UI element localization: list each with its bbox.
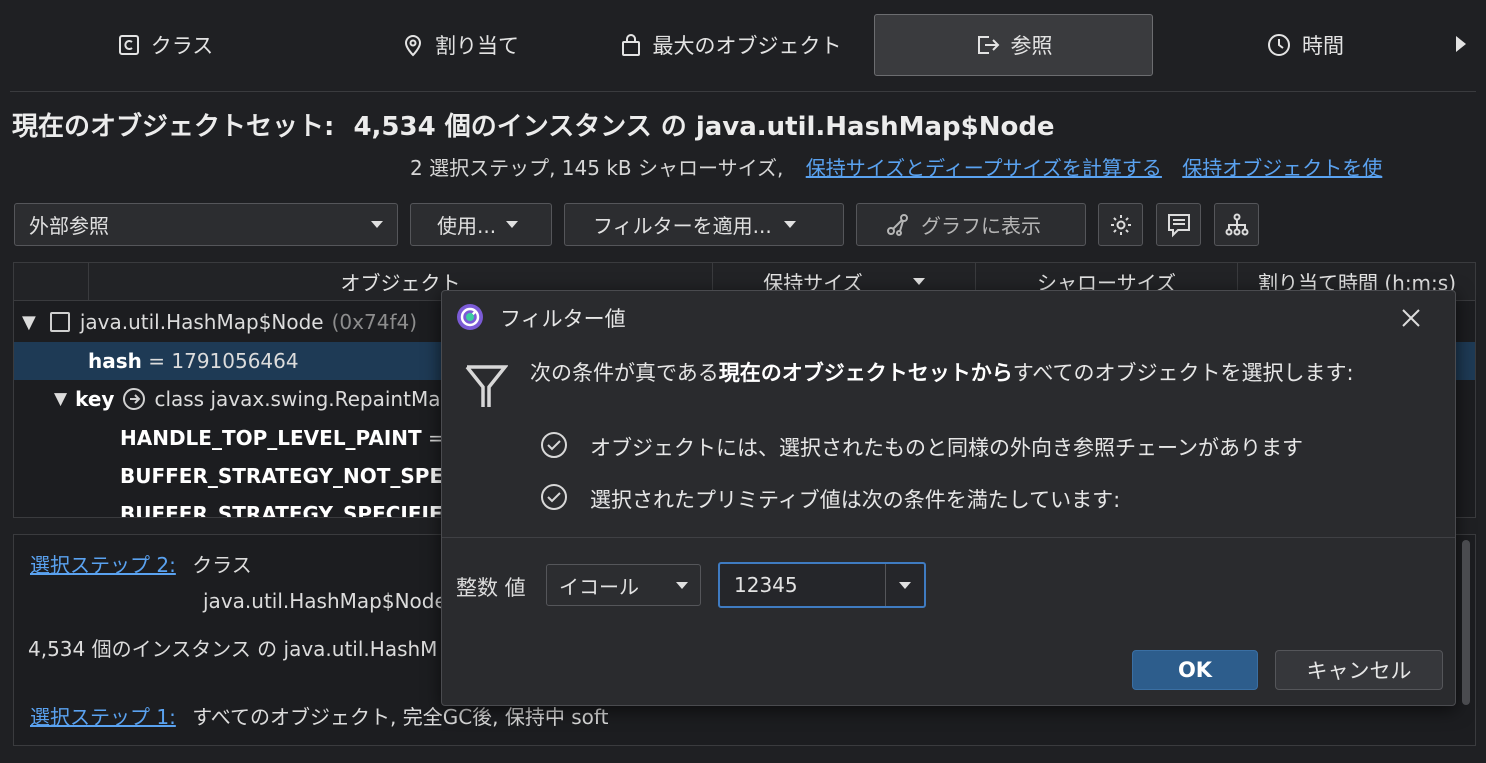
sort-desc-icon bbox=[912, 278, 925, 285]
operator-select[interactable]: イコール bbox=[546, 564, 701, 606]
view-select[interactable]: 外部参照 bbox=[14, 203, 398, 246]
value-dropdown-button[interactable] bbox=[885, 564, 924, 606]
gear-icon bbox=[1110, 214, 1131, 235]
field-name: hash bbox=[88, 349, 142, 373]
field-value: class javax.swing.RepaintMana bbox=[154, 387, 466, 411]
collapse-triangle-icon[interactable]: ▼ bbox=[22, 312, 36, 333]
tab-biggest-objects[interactable]: 最大のオブジェクト bbox=[600, 14, 860, 76]
tab-time[interactable]: 時間 bbox=[1230, 14, 1380, 76]
divider bbox=[10, 91, 1476, 92]
collapse-triangle-icon[interactable]: ▼ bbox=[54, 389, 67, 409]
desc-bold: 現在のオブジェクトセットから bbox=[718, 361, 1013, 385]
graph-icon bbox=[887, 213, 908, 236]
close-icon[interactable] bbox=[1400, 307, 1422, 329]
show-retained-objects-link[interactable]: 保持オブジェクトを使 bbox=[1182, 156, 1382, 180]
step2-detail: java.util.HashMap$Node bbox=[203, 589, 447, 613]
step1-text: すべてのオブジェクト, 完全GC後, 保持中 soft bbox=[192, 705, 609, 729]
operator-value: イコール bbox=[559, 574, 639, 599]
tab-label: 時間 bbox=[1302, 34, 1344, 58]
result-summary: 4,534 個のインスタンス の java.util.HashM bbox=[28, 637, 438, 661]
filter-value-dialog: フィルター値 次の条件が真である現在のオブジェクトセットからすべてのオブジェクト… bbox=[441, 290, 1456, 706]
summary-text: 2 選択ステップ, 145 kB シャローサイズ, bbox=[410, 156, 784, 180]
tab-label: 割り当て bbox=[435, 34, 519, 58]
tab-label: クラス bbox=[150, 34, 214, 58]
ok-label: OK bbox=[1177, 658, 1213, 682]
field-name: key bbox=[75, 387, 115, 411]
hierarchy-icon bbox=[1225, 213, 1248, 235]
column-header-blank bbox=[14, 263, 89, 301]
field-name: BUFFER_STRATEGY_NOT_SPECIF bbox=[120, 464, 479, 488]
hierarchy-button[interactable] bbox=[1214, 203, 1259, 246]
clock-icon bbox=[1268, 34, 1290, 56]
dialog-description: 次の条件が真である現在のオブジェクトセットからすべてのオブジェクトを選択します: bbox=[530, 357, 1354, 387]
chevron-down-icon bbox=[506, 221, 519, 228]
tab-allocations[interactable]: 割り当て bbox=[340, 14, 580, 76]
filter-funnel-icon bbox=[465, 365, 508, 407]
vertical-scrollbar[interactable] bbox=[1462, 540, 1470, 705]
use-button[interactable]: 使用... bbox=[410, 203, 552, 246]
condition-primitive-value: 選択されたプリミティブ値は次の条件を満たしています: bbox=[590, 488, 1121, 512]
chevron-down-icon bbox=[783, 221, 796, 228]
check-circle-icon bbox=[541, 484, 567, 510]
title-prefix: 現在のオブジェクトセット: bbox=[12, 112, 335, 142]
title-main: 4,534 個のインスタンス の java.util.HashMap$Node bbox=[353, 112, 1055, 142]
chevron-down-icon bbox=[676, 581, 688, 589]
object-set-summary: 2 選択ステップ, 145 kB シャローサイズ, 保持サイズとディープサイズを… bbox=[410, 152, 1382, 181]
location-pin-icon bbox=[404, 35, 422, 57]
field-name: BUFFER_STRATEGY_SPECIFIED_O bbox=[120, 502, 487, 518]
divider bbox=[442, 537, 1455, 538]
cancel-button[interactable]: キャンセル bbox=[1275, 650, 1443, 690]
show-in-graph-button[interactable]: グラフに表示 bbox=[856, 203, 1086, 246]
export-icon bbox=[977, 36, 999, 54]
navigate-arrow-icon[interactable] bbox=[122, 387, 146, 411]
app-logo-icon bbox=[457, 304, 483, 330]
apply-filter-label: フィルターを適用... bbox=[593, 214, 772, 238]
page-title: 現在のオブジェクトセット: 4,534 個のインスタンス の java.util… bbox=[12, 106, 1055, 143]
dialog-title: フィルター値 bbox=[500, 307, 626, 331]
tab-references[interactable]: 参照 bbox=[874, 14, 1153, 76]
value-combo[interactable]: 12345 bbox=[718, 562, 926, 608]
chevron-down-icon bbox=[371, 221, 383, 228]
field-name: HANDLE_TOP_LEVEL_PAINT bbox=[120, 426, 422, 450]
use-button-label: 使用... bbox=[437, 214, 497, 238]
bag-icon bbox=[621, 34, 640, 56]
field-label: 整数 値 bbox=[456, 576, 526, 600]
selection-step-1-link[interactable]: 選択ステップ 1: bbox=[30, 705, 176, 729]
apply-filter-button[interactable]: フィルターを適用... bbox=[564, 203, 844, 246]
field-value: = 1791056464 bbox=[141, 349, 299, 373]
chevron-down-icon bbox=[899, 581, 911, 589]
class-icon bbox=[118, 35, 139, 55]
tab-classes[interactable]: クラス bbox=[60, 14, 270, 76]
cancel-label: キャンセル bbox=[1306, 659, 1412, 683]
desc-prefix: 次の条件が真である bbox=[530, 361, 719, 385]
selection-step-2-link[interactable]: 選択ステップ 2: bbox=[30, 553, 176, 577]
value-input[interactable]: 12345 bbox=[734, 573, 885, 597]
more-tabs-arrow-icon[interactable] bbox=[1456, 36, 1466, 52]
tab-bar: クラス 割り当て 最大のオブジェクト 参照 時間 bbox=[0, 0, 1486, 92]
comment-icon bbox=[1167, 213, 1190, 237]
tab-label: 最大のオブジェクト bbox=[652, 34, 842, 58]
calc-deep-size-link[interactable]: 保持サイズとディープサイズを計算する bbox=[806, 156, 1162, 180]
comment-button[interactable] bbox=[1156, 203, 1201, 246]
desc-suffix: すべてのオブジェクトを選択します: bbox=[1012, 361, 1354, 385]
show-in-graph-label: グラフに表示 bbox=[921, 214, 1041, 238]
view-select-value: 外部参照 bbox=[29, 214, 109, 238]
step2-text: クラス bbox=[192, 553, 252, 577]
settings-button[interactable] bbox=[1098, 203, 1143, 246]
check-circle-icon bbox=[541, 432, 567, 458]
tab-label: 参照 bbox=[1010, 34, 1053, 58]
object-icon bbox=[49, 312, 70, 332]
condition-outgoing-references: オブジェクトには、選択されたものと同様の外向き参照チェーンがあります bbox=[590, 436, 1303, 460]
object-address: (0x74f4) bbox=[331, 310, 418, 334]
ok-button[interactable]: OK bbox=[1132, 650, 1258, 690]
step2-line: 選択ステップ 2: クラス bbox=[30, 549, 252, 578]
object-name: java.util.HashMap$Node bbox=[79, 310, 324, 334]
